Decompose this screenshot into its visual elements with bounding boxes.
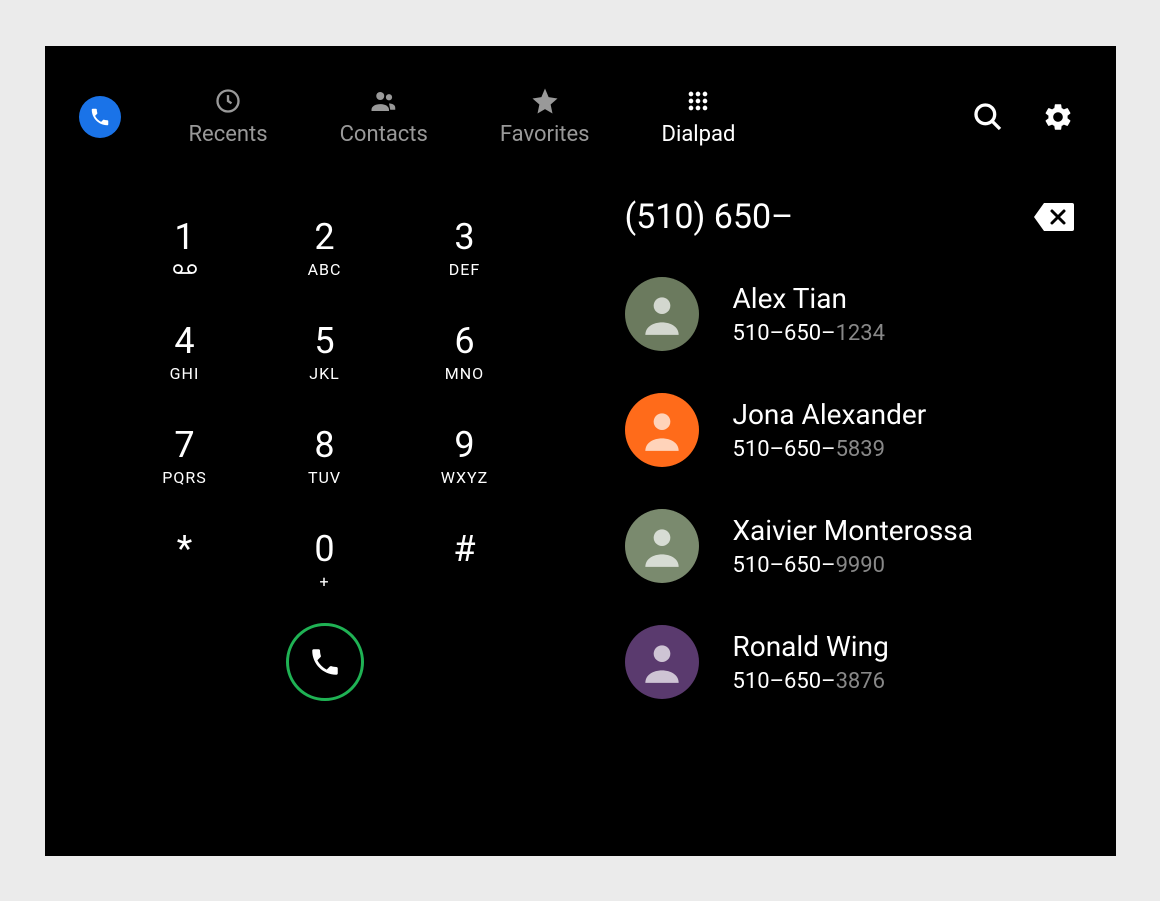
dialpad-key-8[interactable]: 8 TUV: [255, 405, 395, 509]
topbar-actions: [970, 99, 1076, 135]
key-digit: 6: [454, 323, 474, 359]
results-area: (510) 650– Alex Tian 510–650–1234 Jona Ale…: [565, 197, 1076, 816]
contact-name: Ronald Wing: [733, 630, 889, 663]
key-digit: 1: [174, 219, 194, 255]
key-sublabel: DEF: [449, 259, 480, 279]
key-digit: 2: [314, 219, 334, 255]
phone-app: Recents Contacts Favorit: [45, 46, 1116, 856]
voicemail-icon: [173, 259, 197, 280]
tab-label: Dialpad: [662, 122, 736, 147]
contact-info: Xaivier Monterossa 510–650–9990: [733, 514, 973, 578]
dialpad-key-3[interactable]: 3 DEF: [395, 197, 535, 301]
dialpad-area: 12ABC3DEF4GHI5JKL6MNO7PQRS8TUV9WXYZ*0+#: [85, 197, 565, 816]
dialpad-key-9[interactable]: 9 WXYZ: [395, 405, 535, 509]
people-icon: [369, 86, 399, 116]
contact-row[interactable]: Ronald Wing 510–650–3876: [625, 625, 1076, 699]
dialpad-key-6[interactable]: 6 MNO: [395, 301, 535, 405]
avatar: [625, 509, 699, 583]
search-icon: [972, 101, 1004, 133]
call-button[interactable]: [286, 623, 364, 701]
tab-label: Recents: [189, 122, 268, 147]
contact-phone: 510–650–9990: [733, 553, 973, 578]
key-digit: *: [177, 528, 193, 570]
dialpad-key-7[interactable]: 7 PQRS: [115, 405, 255, 509]
key-sublabel: WXYZ: [441, 467, 488, 487]
dialpad-icon: [683, 86, 713, 116]
key-sublabel: MNO: [445, 363, 484, 383]
contact-info: Alex Tian 510–650–1234: [733, 282, 886, 346]
phone-app-icon: [79, 96, 121, 138]
search-button[interactable]: [970, 99, 1006, 135]
star-icon: [530, 86, 560, 116]
tab-bar: Recents Contacts Favorit: [189, 86, 960, 147]
key-digit: 3: [454, 219, 474, 255]
contacts-list: Alex Tian 510–650–1234 Jona Alexander 510–6…: [625, 277, 1076, 699]
clock-icon: [213, 86, 243, 116]
key-digit: 8: [314, 427, 334, 463]
dialpad-key-2[interactable]: 2 ABC: [255, 197, 395, 301]
contact-phone: 510–650–5839: [733, 437, 927, 462]
dialpad-key-#[interactable]: #: [395, 509, 535, 613]
contact-info: Jona Alexander 510–650–5839: [733, 398, 927, 462]
tab-dialpad[interactable]: Dialpad: [662, 86, 736, 147]
tab-label: Favorites: [500, 122, 590, 147]
phone-icon: [308, 645, 342, 679]
contact-name: Alex Tian: [733, 282, 886, 315]
dialed-row: (510) 650–: [625, 197, 1076, 237]
dialed-number: (510) 650–: [625, 197, 794, 237]
backspace-icon: [1032, 201, 1076, 233]
key-sublabel: ABC: [308, 259, 342, 279]
key-sublabel: +: [319, 571, 329, 591]
contact-name: Jona Alexander: [733, 398, 927, 431]
key-sublabel: TUV: [308, 467, 341, 487]
key-digit: #: [453, 528, 475, 570]
dialpad-key-*[interactable]: *: [115, 509, 255, 613]
key-digit: 9: [454, 427, 474, 463]
dialpad-key-0[interactable]: 0+: [255, 509, 395, 613]
contact-phone: 510–650–1234: [733, 321, 886, 346]
key-sublabel: GHI: [170, 363, 200, 383]
key-digit: 7: [174, 427, 194, 463]
settings-button[interactable]: [1040, 99, 1076, 135]
contact-phone: 510–650–3876: [733, 669, 889, 694]
contact-info: Ronald Wing 510–650–3876: [733, 630, 889, 694]
tab-recents[interactable]: Recents: [189, 86, 268, 147]
contact-row[interactable]: Jona Alexander 510–650–5839: [625, 393, 1076, 467]
dialpad-key-1[interactable]: 1: [115, 197, 255, 301]
gear-icon: [1042, 101, 1074, 133]
tab-label: Contacts: [340, 122, 428, 147]
dialpad-key-4[interactable]: 4 GHI: [115, 301, 255, 405]
dialpad-grid: 12ABC3DEF4GHI5JKL6MNO7PQRS8TUV9WXYZ*0+#: [115, 197, 535, 613]
avatar: [625, 625, 699, 699]
key-digit: 0: [314, 531, 334, 567]
dialpad-key-5[interactable]: 5 JKL: [255, 301, 395, 405]
content-area: 12ABC3DEF4GHI5JKL6MNO7PQRS8TUV9WXYZ*0+# …: [45, 167, 1116, 856]
key-sublabel: JKL: [309, 363, 339, 383]
phone-icon: [89, 106, 111, 128]
tab-favorites[interactable]: Favorites: [500, 86, 590, 147]
key-digit: 4: [174, 323, 194, 359]
contact-name: Xaivier Monterossa: [733, 514, 973, 547]
key-sublabel: [173, 259, 197, 279]
backspace-button[interactable]: [1032, 201, 1076, 233]
contact-row[interactable]: Xaivier Monterossa 510–650–9990: [625, 509, 1076, 583]
topbar: Recents Contacts Favorit: [45, 46, 1116, 167]
avatar: [625, 393, 699, 467]
avatar: [625, 277, 699, 351]
key-sublabel: PQRS: [162, 467, 206, 487]
key-digit: 5: [314, 323, 334, 359]
tab-contacts[interactable]: Contacts: [340, 86, 428, 147]
contact-row[interactable]: Alex Tian 510–650–1234: [625, 277, 1076, 351]
